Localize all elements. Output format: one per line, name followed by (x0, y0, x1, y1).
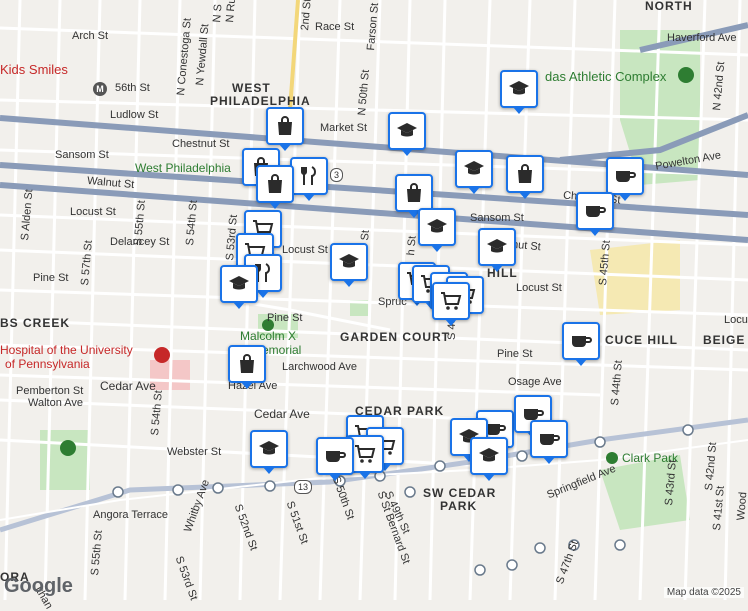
street-label: St (359, 229, 372, 241)
street-label: Locu (724, 314, 748, 326)
map-marker[interactable] (432, 282, 470, 326)
map-marker[interactable] (455, 150, 493, 194)
map-marker[interactable] (395, 174, 433, 218)
neighborhood-label: NORTH (645, 0, 693, 13)
education-icon (477, 444, 501, 468)
education-icon (425, 215, 449, 239)
map-marker[interactable] (220, 265, 258, 309)
place-label[interactable]: of Pennsylvania (5, 358, 90, 370)
street-label: Osage Ave (508, 376, 562, 388)
metro-icon[interactable]: M (93, 82, 107, 96)
street-label: Cedar Ave (254, 407, 310, 421)
street-label: Locust St (282, 244, 328, 256)
street-label: Cedar Ave (100, 379, 156, 393)
athletic-poi-icon (678, 67, 694, 83)
map-marker[interactable] (266, 107, 304, 151)
shopping-bag-icon (235, 352, 259, 376)
map-marker[interactable] (478, 228, 516, 272)
google-logo: Google (4, 575, 73, 597)
neighborhood-label: PARK (440, 499, 478, 513)
place-label[interactable]: Malcolm X (240, 330, 296, 342)
coffee-icon (583, 199, 607, 223)
place-label[interactable]: Kids Smiles (0, 63, 68, 76)
street-label: Locust St (516, 282, 562, 294)
map-marker[interactable] (562, 322, 600, 366)
cart-icon (353, 442, 377, 466)
map-marker[interactable] (330, 243, 368, 287)
neighborhood-label: PHILADELPHIA (210, 94, 311, 108)
place-label[interactable]: Hospital of the University (0, 344, 133, 356)
neighborhood-label: SW CEDAR (423, 486, 497, 500)
street-label: Sansom St (470, 212, 524, 224)
map-marker[interactable] (388, 112, 426, 156)
map-marker[interactable] (470, 437, 508, 481)
education-icon (257, 437, 281, 461)
map-canvas[interactable]: WEST PHILADELPHIA NORTH GARDEN COURT CED… (0, 0, 748, 611)
hospital-poi-icon (154, 347, 170, 363)
map-marker[interactable] (228, 345, 266, 389)
street-label: h St (405, 235, 419, 256)
street-label: N Ru (224, 0, 239, 23)
street-label: Race St (315, 21, 355, 33)
shopping-bag-icon (513, 162, 537, 186)
coffee-icon (537, 427, 561, 451)
place-label[interactable]: emorial (262, 344, 301, 356)
street-label: N S (211, 3, 225, 23)
street-label: 56th St (115, 82, 150, 94)
map-marker[interactable] (418, 208, 456, 252)
neighborhood-label: CUCE HILL (605, 333, 678, 347)
place-label[interactable]: das Athletic Complex (545, 70, 666, 83)
street-label: Market St (320, 122, 368, 134)
street-label: Angora Terrace (93, 509, 169, 521)
education-icon (507, 77, 531, 101)
coffee-icon (323, 444, 347, 468)
cart-icon (439, 289, 463, 313)
street-label: Pemberton St (16, 385, 84, 397)
map-marker[interactable] (506, 155, 544, 199)
street-label: Pine St (33, 272, 69, 284)
education-icon (337, 250, 361, 274)
street-label: Arch St (72, 30, 109, 42)
education-icon (227, 272, 251, 296)
street-label: Chestnut St (172, 138, 230, 150)
map-marker[interactable] (530, 420, 568, 464)
route-shield-3: 3 (330, 168, 344, 182)
street-label: Walton Ave (28, 397, 84, 409)
map-marker[interactable] (290, 157, 328, 201)
street-label: Haverford Ave (667, 32, 737, 44)
park-poi-icon (60, 440, 76, 456)
restaurant-icon (297, 164, 321, 188)
place-label[interactable]: West Philadelphia (135, 162, 231, 174)
street-label: Pine St (497, 348, 533, 360)
education-icon (462, 157, 486, 181)
neighborhood-label: WEST (232, 81, 271, 95)
street-label: Larchwood Ave (282, 361, 358, 373)
street-label: Webster St (167, 446, 222, 458)
map-marker[interactable] (576, 192, 614, 236)
neighborhood-label: GARDEN COURT (340, 330, 450, 344)
street-label: Locust St (70, 206, 116, 218)
shopping-bag-icon (273, 114, 297, 138)
map-marker[interactable] (250, 430, 288, 474)
shopping-bag-icon (263, 172, 287, 196)
education-icon (395, 119, 419, 143)
map-data-attribution[interactable]: Map data ©2025 (663, 587, 744, 598)
map-marker[interactable] (606, 157, 644, 201)
street-label: Wood (735, 491, 748, 521)
education-icon (485, 235, 509, 259)
route-shield-13: 13 (294, 480, 313, 494)
map-marker[interactable] (316, 437, 354, 481)
neighborhood-label: BS CREEK (0, 316, 71, 330)
street-label: Sansom St (55, 149, 109, 161)
coffee-icon (569, 329, 593, 353)
neighborhood-label: BEIGE (703, 333, 746, 347)
shopping-bag-icon (402, 181, 426, 205)
map-marker[interactable] (256, 165, 294, 209)
street-label: Pine St (267, 312, 303, 324)
map-marker[interactable] (500, 70, 538, 114)
street-label: Ludlow St (110, 109, 159, 121)
coffee-icon (613, 164, 637, 188)
